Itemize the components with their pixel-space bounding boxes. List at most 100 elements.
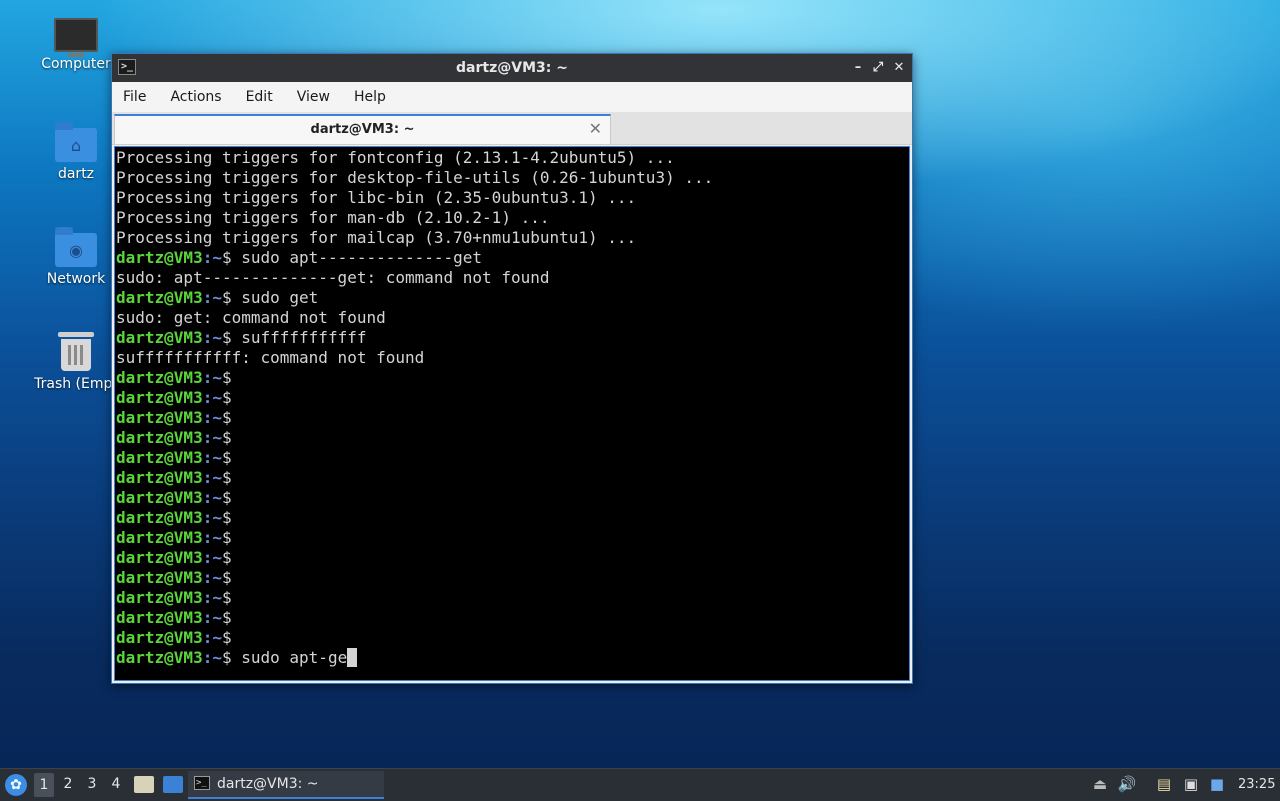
prompt-line: dartz@VM3:~$ (115, 368, 909, 388)
prompt-symbol: $ (221, 368, 232, 387)
prompt-line: dartz@VM3:~$ (115, 548, 909, 568)
tab-bar: dartz@VM3: ~ ✕ (112, 112, 912, 145)
prompt-user: dartz@VM3 (116, 588, 203, 607)
home-folder-icon: ⌂ (55, 122, 97, 162)
workspace-1[interactable]: 1 (34, 773, 54, 797)
terminal-output[interactable]: Processing triggers for fontconfig (2.13… (114, 146, 910, 681)
prompt-symbol: $ (221, 528, 232, 547)
prompt-line: dartz@VM3:~$ (115, 488, 909, 508)
prompt-line: dartz@VM3:~$ (115, 408, 909, 428)
output-line: Processing triggers for fontconfig (2.13… (116, 148, 675, 167)
menu-help[interactable]: Help (347, 89, 393, 105)
close-button[interactable]: ✕ (889, 58, 909, 78)
text-cursor (347, 648, 358, 667)
prompt-symbol: $ (221, 328, 232, 347)
output-line: Processing triggers for man-db (2.10.2-1… (116, 208, 550, 227)
menu-file[interactable]: File (116, 89, 153, 105)
menu-actions[interactable]: Actions (163, 89, 228, 105)
prompt-user: dartz@VM3 (116, 508, 203, 527)
start-menu-icon[interactable]: ✿ (5, 774, 27, 796)
current-input[interactable]: sudo apt-ge (232, 648, 347, 667)
prompt-path: :~ (202, 588, 222, 607)
prompt-line: dartz@VM3:~$ sufffffffffff (115, 328, 909, 348)
prompt-line: dartz@VM3:~$ (115, 608, 909, 628)
clock[interactable]: 23:25 (1238, 777, 1275, 792)
prompt-symbol: $ (221, 588, 232, 607)
output-line: sufffffffffff: command not found (116, 348, 425, 367)
prompt-line: dartz@VM3:~$ (115, 448, 909, 468)
output-line: sudo: apt--------------get: command not … (116, 268, 550, 287)
prompt-line: dartz@VM3:~$ (115, 628, 909, 648)
prompt-path: :~ (202, 628, 222, 647)
prompt-line: dartz@VM3:~$ (115, 468, 909, 488)
prompt-user: dartz@VM3 (116, 248, 203, 267)
prompt-symbol: $ (221, 468, 232, 487)
menu-edit[interactable]: Edit (239, 89, 280, 105)
workspace-4[interactable]: 4 (106, 776, 126, 792)
prompt-path: :~ (202, 568, 222, 587)
command-text: sufffffffffff (231, 328, 367, 347)
prompt-symbol: $ (221, 628, 232, 647)
prompt-path: :~ (202, 528, 222, 547)
prompt-user: dartz@VM3 (116, 628, 203, 647)
prompt-user: dartz@VM3 (116, 488, 203, 507)
tab-close-icon[interactable]: ✕ (589, 119, 602, 138)
prompt-line: dartz@VM3:~$ (115, 568, 909, 588)
prompt-user: dartz@VM3 (116, 408, 203, 427)
taskbar-task-terminal[interactable]: >_ dartz@VM3: ~ (188, 771, 384, 799)
volume-icon[interactable]: 🔊 (1117, 775, 1137, 795)
prompt-path: :~ (202, 368, 222, 387)
task-label: dartz@VM3: ~ (217, 776, 319, 792)
prompt-path: :~ (202, 448, 222, 467)
prompt-symbol: $ (221, 408, 232, 427)
prompt-path: :~ (202, 488, 222, 507)
prompt-line: dartz@VM3:~$ sudo get (115, 288, 909, 308)
prompt-line: dartz@VM3:~$ (115, 528, 909, 548)
output-line: Processing triggers for libc-bin (2.35-0… (116, 188, 637, 207)
prompt-symbol: $ (221, 508, 232, 527)
workspace-2[interactable]: 2 (58, 776, 78, 792)
prompt-path: :~ (202, 468, 222, 487)
terminal-task-icon: >_ (194, 776, 210, 790)
prompt-symbol: $ (221, 448, 232, 467)
prompt-line: dartz@VM3:~$ (115, 508, 909, 528)
prompt-path: :~ (202, 428, 222, 447)
workspace-3[interactable]: 3 (82, 776, 102, 792)
window-title: dartz@VM3: ~ (456, 60, 568, 76)
taskbar: ✿ 1 2 3 4 >_ dartz@VM3: ~ ⏏ 🔊 ▤ ▣ ■ 23:2… (0, 768, 1280, 801)
tab-title: dartz@VM3: ~ (310, 122, 415, 137)
clipboard-icon[interactable]: ▤ (1154, 775, 1174, 795)
minimize-button[interactable]: – (848, 58, 868, 78)
output-line: sudo: get: command not found (116, 308, 386, 327)
terminal-window: >_ dartz@VM3: ~ – ⤢ ✕ File Actions Edit … (111, 53, 913, 684)
prompt-user: dartz@VM3 (116, 428, 203, 447)
file-manager-icon[interactable] (134, 776, 154, 793)
prompt-path: :~ (202, 608, 222, 627)
menubar: File Actions Edit View Help (112, 82, 912, 112)
prompt-symbol: $ (221, 388, 232, 407)
prompt-line: dartz@VM3:~$ sudo apt--------------get (115, 248, 909, 268)
show-desktop-icon[interactable] (163, 776, 183, 793)
prompt-user: dartz@VM3 (116, 468, 203, 487)
prompt-user: dartz@VM3 (116, 648, 203, 667)
network-status-icon[interactable]: ▣ (1181, 775, 1201, 795)
network-folder-icon: ◉ (55, 227, 97, 267)
computer-icon (54, 18, 98, 57)
prompt-user: dartz@VM3 (116, 548, 203, 567)
prompt-user: dartz@VM3 (116, 288, 203, 307)
prompt-symbol: $ (221, 428, 232, 447)
eject-icon[interactable]: ⏏ (1090, 775, 1110, 795)
prompt-symbol: $ (221, 648, 232, 667)
prompt-path: :~ (202, 548, 222, 567)
update-notifier-icon[interactable]: ■ (1207, 775, 1227, 795)
prompt-user: dartz@VM3 (116, 528, 203, 547)
prompt-user: dartz@VM3 (116, 388, 203, 407)
prompt-path: :~ (202, 408, 222, 427)
menu-view[interactable]: View (290, 89, 337, 105)
window-titlebar[interactable]: >_ dartz@VM3: ~ – ⤢ ✕ (112, 54, 912, 82)
terminal-tab[interactable]: dartz@VM3: ~ ✕ (114, 114, 611, 144)
maximize-button[interactable]: ⤢ (868, 58, 888, 78)
prompt-line: dartz@VM3:~$ (115, 428, 909, 448)
prompt-user: dartz@VM3 (116, 568, 203, 587)
prompt-path: :~ (202, 388, 222, 407)
